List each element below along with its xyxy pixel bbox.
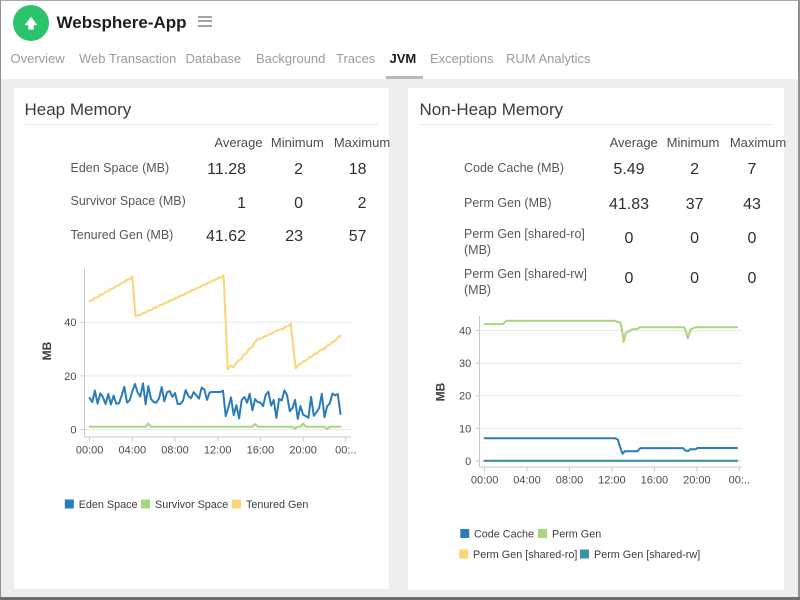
- svg-text:10: 10: [459, 423, 471, 435]
- svg-text:30: 30: [459, 358, 471, 370]
- svg-text:04:00: 04:00: [119, 445, 147, 457]
- svg-text:08:00: 08:00: [161, 445, 189, 457]
- svg-text:12:00: 12:00: [204, 445, 232, 457]
- svg-text:40: 40: [64, 317, 76, 329]
- svg-text:00:..: 00:..: [729, 475, 750, 487]
- svg-text:08:00: 08:00: [556, 475, 584, 487]
- svg-text:MB: MB: [434, 382, 448, 401]
- svg-text:Perm Gen [shared-rw]: Perm Gen [shared-rw]: [594, 549, 700, 561]
- svg-text:40: 40: [459, 326, 471, 338]
- svg-text:04:00: 04:00: [513, 475, 541, 487]
- svg-text:20:00: 20:00: [683, 475, 711, 487]
- svg-text:Tenured Gen: Tenured Gen: [246, 499, 308, 511]
- svg-text:Survivor Space: Survivor Space: [155, 499, 228, 511]
- svg-text:16:00: 16:00: [247, 445, 275, 457]
- svg-text:0: 0: [70, 424, 76, 436]
- svg-text:00:00: 00:00: [76, 445, 104, 457]
- svg-text:MB: MB: [40, 341, 54, 360]
- svg-text:Perm Gen [shared-ro]: Perm Gen [shared-ro]: [473, 549, 577, 561]
- svg-text:20: 20: [459, 391, 471, 403]
- svg-text:16:00: 16:00: [641, 475, 669, 487]
- svg-text:00:00: 00:00: [471, 475, 499, 487]
- svg-text:20: 20: [64, 371, 76, 383]
- svg-text:12:00: 12:00: [598, 475, 626, 487]
- svg-text:0: 0: [465, 456, 471, 468]
- svg-text:Eden Space: Eden Space: [79, 499, 138, 511]
- svg-text:20:00: 20:00: [289, 445, 317, 457]
- svg-text:Perm Gen: Perm Gen: [552, 529, 601, 541]
- svg-text:00:..: 00:..: [335, 445, 356, 457]
- svg-text:Code Cache: Code Cache: [474, 529, 534, 541]
